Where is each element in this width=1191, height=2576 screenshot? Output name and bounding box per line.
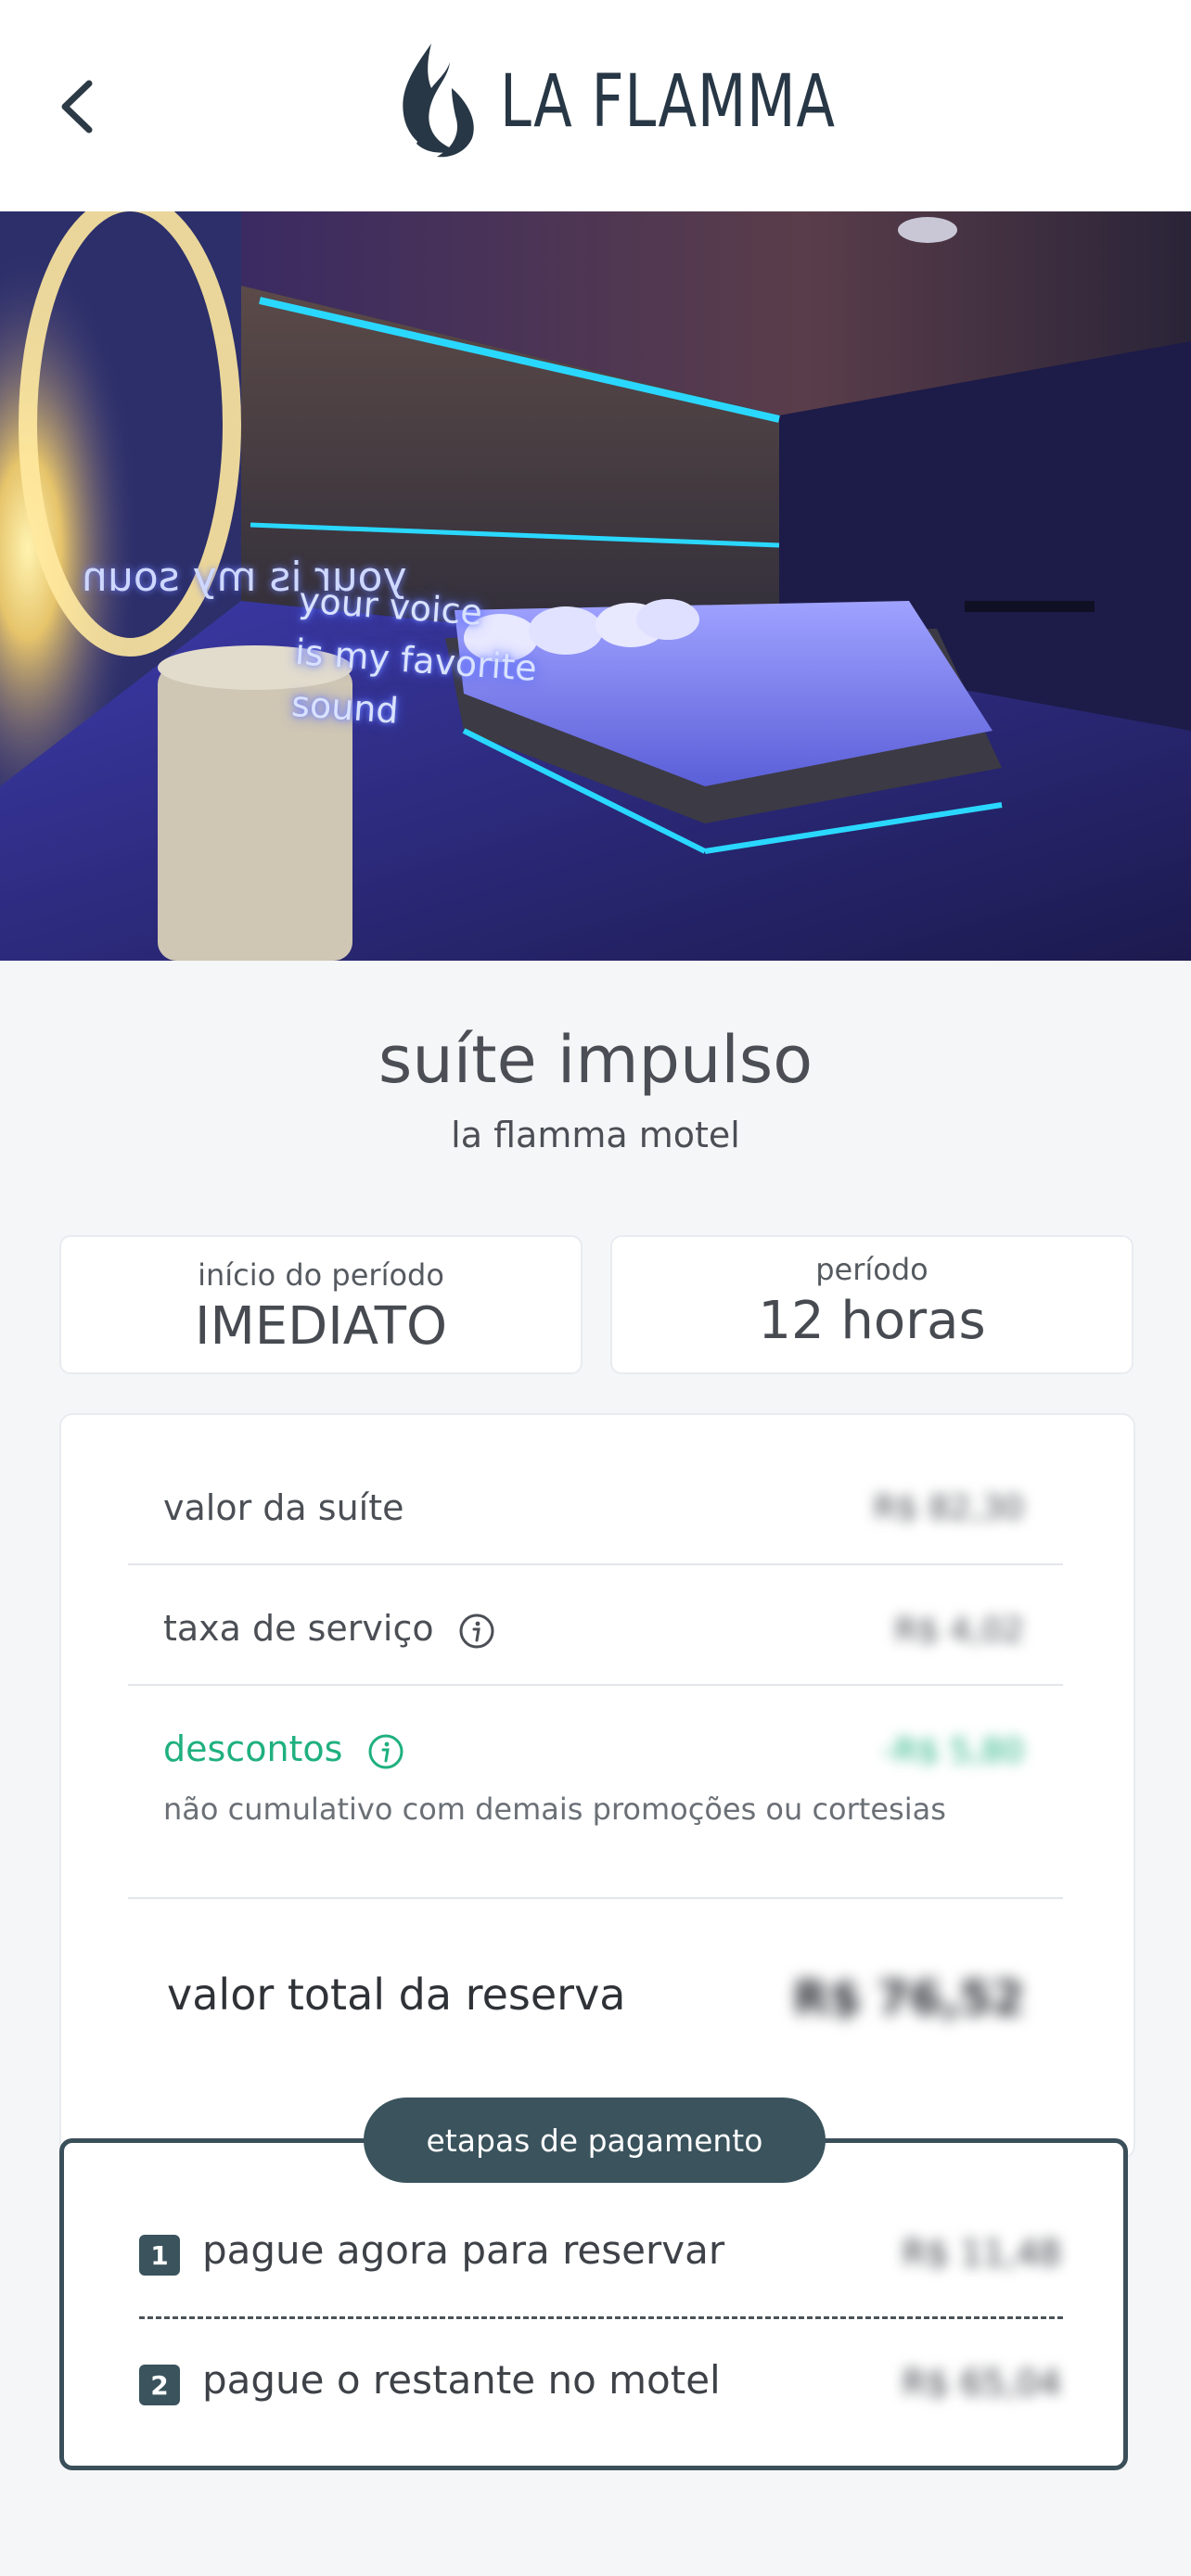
app-header: LA FLAMMA [0,0,1191,211]
dashed-divider [139,2316,1063,2319]
discount-value: -R$ 5,80 [882,1732,1024,1770]
suite-title: suíte impulso [378,1022,813,1098]
chevron-left-icon [61,80,93,134]
step-number-badge: 2 [139,2365,180,2405]
period-start-card[interactable]: início do período IMEDIATO [59,1235,583,1374]
period-length-card[interactable]: período 12 horas [610,1235,1133,1374]
motel-name: la flamma motel [451,1115,740,1155]
step-number-badge: 1 [139,2235,180,2276]
payment-steps-box [59,2138,1128,2470]
step-2-value: R$ 65,04 [902,2363,1061,2404]
brand-logo: LA FLAMMA [394,41,930,163]
service-fee-label: taxa de serviço [163,1608,434,1649]
discount-note: não cumulativo com demais promoções ou c… [163,1792,946,1827]
period-length-label: período [815,1252,928,1287]
discount-label: descontos [163,1728,343,1769]
period-length-value: 12 horas [758,1291,986,1351]
divider [128,1563,1063,1565]
info-icon[interactable] [367,1733,404,1770]
payment-steps-title: etapas de pagamento [364,2098,826,2183]
suite-photo-carousel[interactable]: your voice is my favorite sound your is … [0,211,1191,961]
flame-icon [403,44,474,158]
total-label: valor total da reserva [167,1970,626,2020]
discount-row: descontos [163,1728,404,1770]
step-2-label: pague o restante no motel [202,2357,721,2403]
step-1-value: R$ 11,48 [902,2233,1061,2274]
suite-price-label: valor da suíte [163,1487,404,1528]
info-icon[interactable] [458,1613,495,1650]
step-1-label: pague agora para reservar [202,2227,725,2273]
brand-name: LA FLAMMA [500,60,836,144]
back-button[interactable] [46,67,111,147]
total-value: R$ 76,52 [793,1971,1024,2025]
suite-price-value: R$ 82,30 [873,1489,1024,1527]
period-start-label: início do período [198,1257,444,1293]
divider [128,1897,1063,1899]
period-start-value: IMEDIATO [194,1296,448,1357]
service-fee-row: taxa de serviço [163,1608,495,1650]
service-fee-value: R$ 4,02 [894,1612,1024,1650]
divider [128,1684,1063,1686]
mirror-reflection-text: your is my soun [82,554,407,601]
